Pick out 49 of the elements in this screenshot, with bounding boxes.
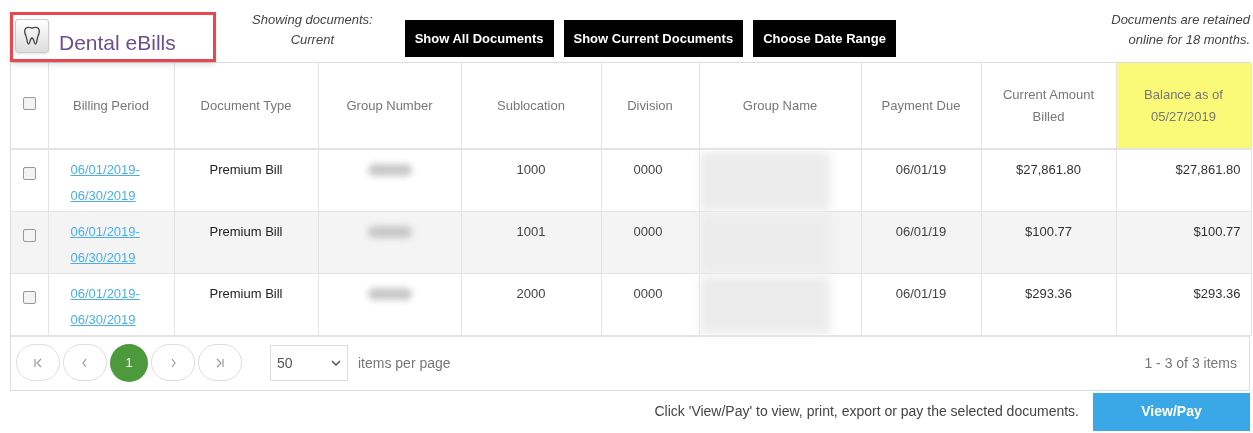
column-header[interactable]: Balance as of 05/27/2019 <box>1116 63 1251 149</box>
previous-page-button[interactable] <box>63 344 107 381</box>
table-cell: Premium Bill <box>209 223 283 239</box>
table-cell: Premium Bill <box>209 285 283 301</box>
showing-label: Showing documents: <box>252 11 373 29</box>
caret-icon <box>331 360 341 366</box>
table-cell: 06/01/19 <box>895 223 947 239</box>
table-cell: 2000 <box>516 285 546 301</box>
redacted-blur <box>367 287 412 300</box>
last-page-icon <box>215 357 225 368</box>
first-page-button[interactable] <box>16 344 60 381</box>
table-cell: 06/01/19 <box>895 285 947 301</box>
tooth-icon <box>15 19 49 53</box>
redacted-blur <box>367 225 412 238</box>
table-cell: $100.77 <box>1193 223 1241 239</box>
table-cell: $27,861.80 <box>1015 162 1082 177</box>
table-cell: 1001 <box>516 223 546 239</box>
table-cell: $100.77 <box>1025 223 1072 239</box>
table-cell: $27,861.80 <box>1175 162 1241 177</box>
page-size-dropdown[interactable]: 50 <box>270 345 348 381</box>
table-cell: 0000 <box>633 285 663 301</box>
checkbox[interactable] <box>22 167 36 180</box>
footer-hint: Click 'View/Pay' to view, print, export or pay the selected documents. <box>654 402 1079 421</box>
next-page-button[interactable] <box>151 344 195 381</box>
checkbox[interactable] <box>22 96 36 110</box>
checkbox[interactable] <box>22 290 36 304</box>
retention-note: Documents are retained online for 18 months. <box>1110 11 1250 49</box>
pager-summary: 1 - 3 of 3 items <box>1144 353 1237 373</box>
table-cell: 1000 <box>516 162 546 177</box>
showing-value: Current <box>289 31 336 49</box>
billing-period-link[interactable]: 06/01/2019-06/30/2019 <box>70 280 153 333</box>
checkbox[interactable] <box>22 228 36 242</box>
table-cell: 06/01/19 <box>895 162 947 177</box>
table-cell: 0000 <box>633 162 663 177</box>
last-page-button[interactable] <box>198 344 242 381</box>
view-pay-button[interactable]: View/Pay <box>1093 392 1250 431</box>
table-cell: Premium Bill <box>209 162 283 177</box>
page-button[interactable]: 1 <box>110 344 148 382</box>
table-cell: $293.36 <box>1193 285 1241 301</box>
app-title: Dental eBills <box>59 32 176 53</box>
first-page-icon <box>33 357 43 368</box>
page-size-label: items per page <box>358 353 451 373</box>
table-cell: 0000 <box>633 223 663 239</box>
filter-button[interactable]: Show Current Documents <box>563 20 744 57</box>
table-cell: $293.36 <box>1025 285 1072 301</box>
filter-button[interactable]: Show All Documents <box>404 20 554 57</box>
filter-button[interactable]: Choose Date Range <box>753 20 896 57</box>
billing-period-link[interactable]: 06/01/2019-06/30/2019 <box>70 157 153 209</box>
redacted-blur <box>367 164 412 176</box>
